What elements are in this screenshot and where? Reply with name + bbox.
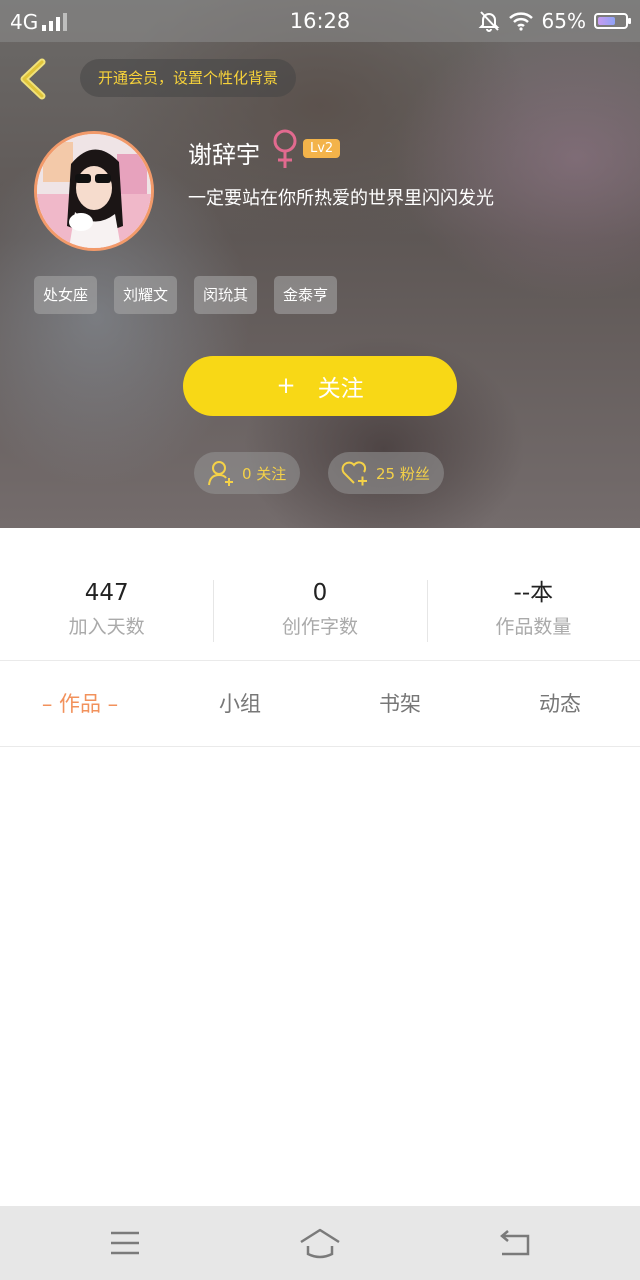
tag-item[interactable]: 刘耀文 — [114, 276, 178, 314]
stat-join-days: 447 加入天数 — [0, 578, 213, 644]
stat-label: 作品数量 — [495, 616, 572, 638]
stat-works-count: --本 作品数量 — [426, 578, 640, 644]
level-badge: Lv2 — [303, 139, 341, 158]
signature: 一定要站在你所热爱的世界里闪闪发光 — [188, 188, 494, 209]
user-add-icon — [208, 461, 233, 486]
tab-works[interactable]: – 作品 – — [0, 662, 160, 746]
mute-bell-icon — [478, 11, 499, 32]
profile-header-background: 4G 16:28 65% 开通会员，设置个性化背景 谢辞宇 Lv2 一定要站在你… — [0, 0, 640, 528]
plus-icon: + — [276, 373, 296, 399]
status-icons: 65% — [478, 9, 631, 33]
follow-label: 关注 — [317, 376, 364, 402]
system-nav-bar — [0, 1206, 640, 1280]
tag-item[interactable]: 处女座 — [34, 276, 98, 314]
tab-groups[interactable]: 小组 — [160, 662, 320, 746]
following-count: 0 关注 — [242, 464, 287, 483]
follow-button[interactable]: + 关注 — [183, 356, 457, 416]
tag-list: 处女座 刘耀文 闵玧其 金泰亨 — [34, 276, 338, 314]
menu-icon[interactable] — [105, 1224, 145, 1262]
heart-add-icon — [341, 461, 367, 486]
female-gender-icon — [273, 129, 297, 168]
tab-bookshelf[interactable]: 书架 — [320, 662, 480, 746]
battery-fill — [598, 17, 615, 25]
divider — [0, 660, 640, 661]
fans-count-button[interactable]: 25 粉丝 — [328, 452, 444, 494]
stat-value: --本 — [513, 580, 554, 606]
following-count-button[interactable]: 0 关注 — [194, 452, 301, 494]
status-bar: 4G 16:28 65% — [0, 0, 640, 42]
stat-word-count: 0 创作字数 — [213, 578, 426, 644]
battery-icon — [594, 13, 631, 29]
back-nav-icon[interactable] — [496, 1224, 536, 1262]
stat-value: 0 — [312, 580, 328, 606]
stat-label: 加入天数 — [68, 616, 145, 638]
vip-background-banner[interactable]: 开通会员，设置个性化背景 — [80, 59, 297, 97]
tab-activity[interactable]: 动态 — [480, 662, 640, 746]
user-name: 谢辞宇 — [188, 141, 260, 169]
fans-count: 25 粉丝 — [376, 464, 430, 483]
divider — [0, 746, 640, 747]
stats-row: 447 加入天数 0 创作字数 --本 作品数量 — [0, 578, 640, 644]
avatar-image — [37, 134, 151, 248]
tag-item[interactable]: 金泰亨 — [274, 276, 338, 314]
stat-label: 创作字数 — [281, 616, 358, 638]
home-icon[interactable] — [298, 1224, 342, 1262]
stat-value: 447 — [84, 580, 129, 606]
avatar[interactable] — [34, 131, 154, 251]
back-arrow-icon[interactable] — [14, 56, 54, 102]
tag-item[interactable]: 闵玧其 — [194, 276, 258, 314]
profile-tabs: – 作品 – 小组 书架 动态 — [0, 662, 640, 746]
battery-percent: 65% — [541, 9, 586, 33]
wifi-icon — [508, 12, 533, 31]
